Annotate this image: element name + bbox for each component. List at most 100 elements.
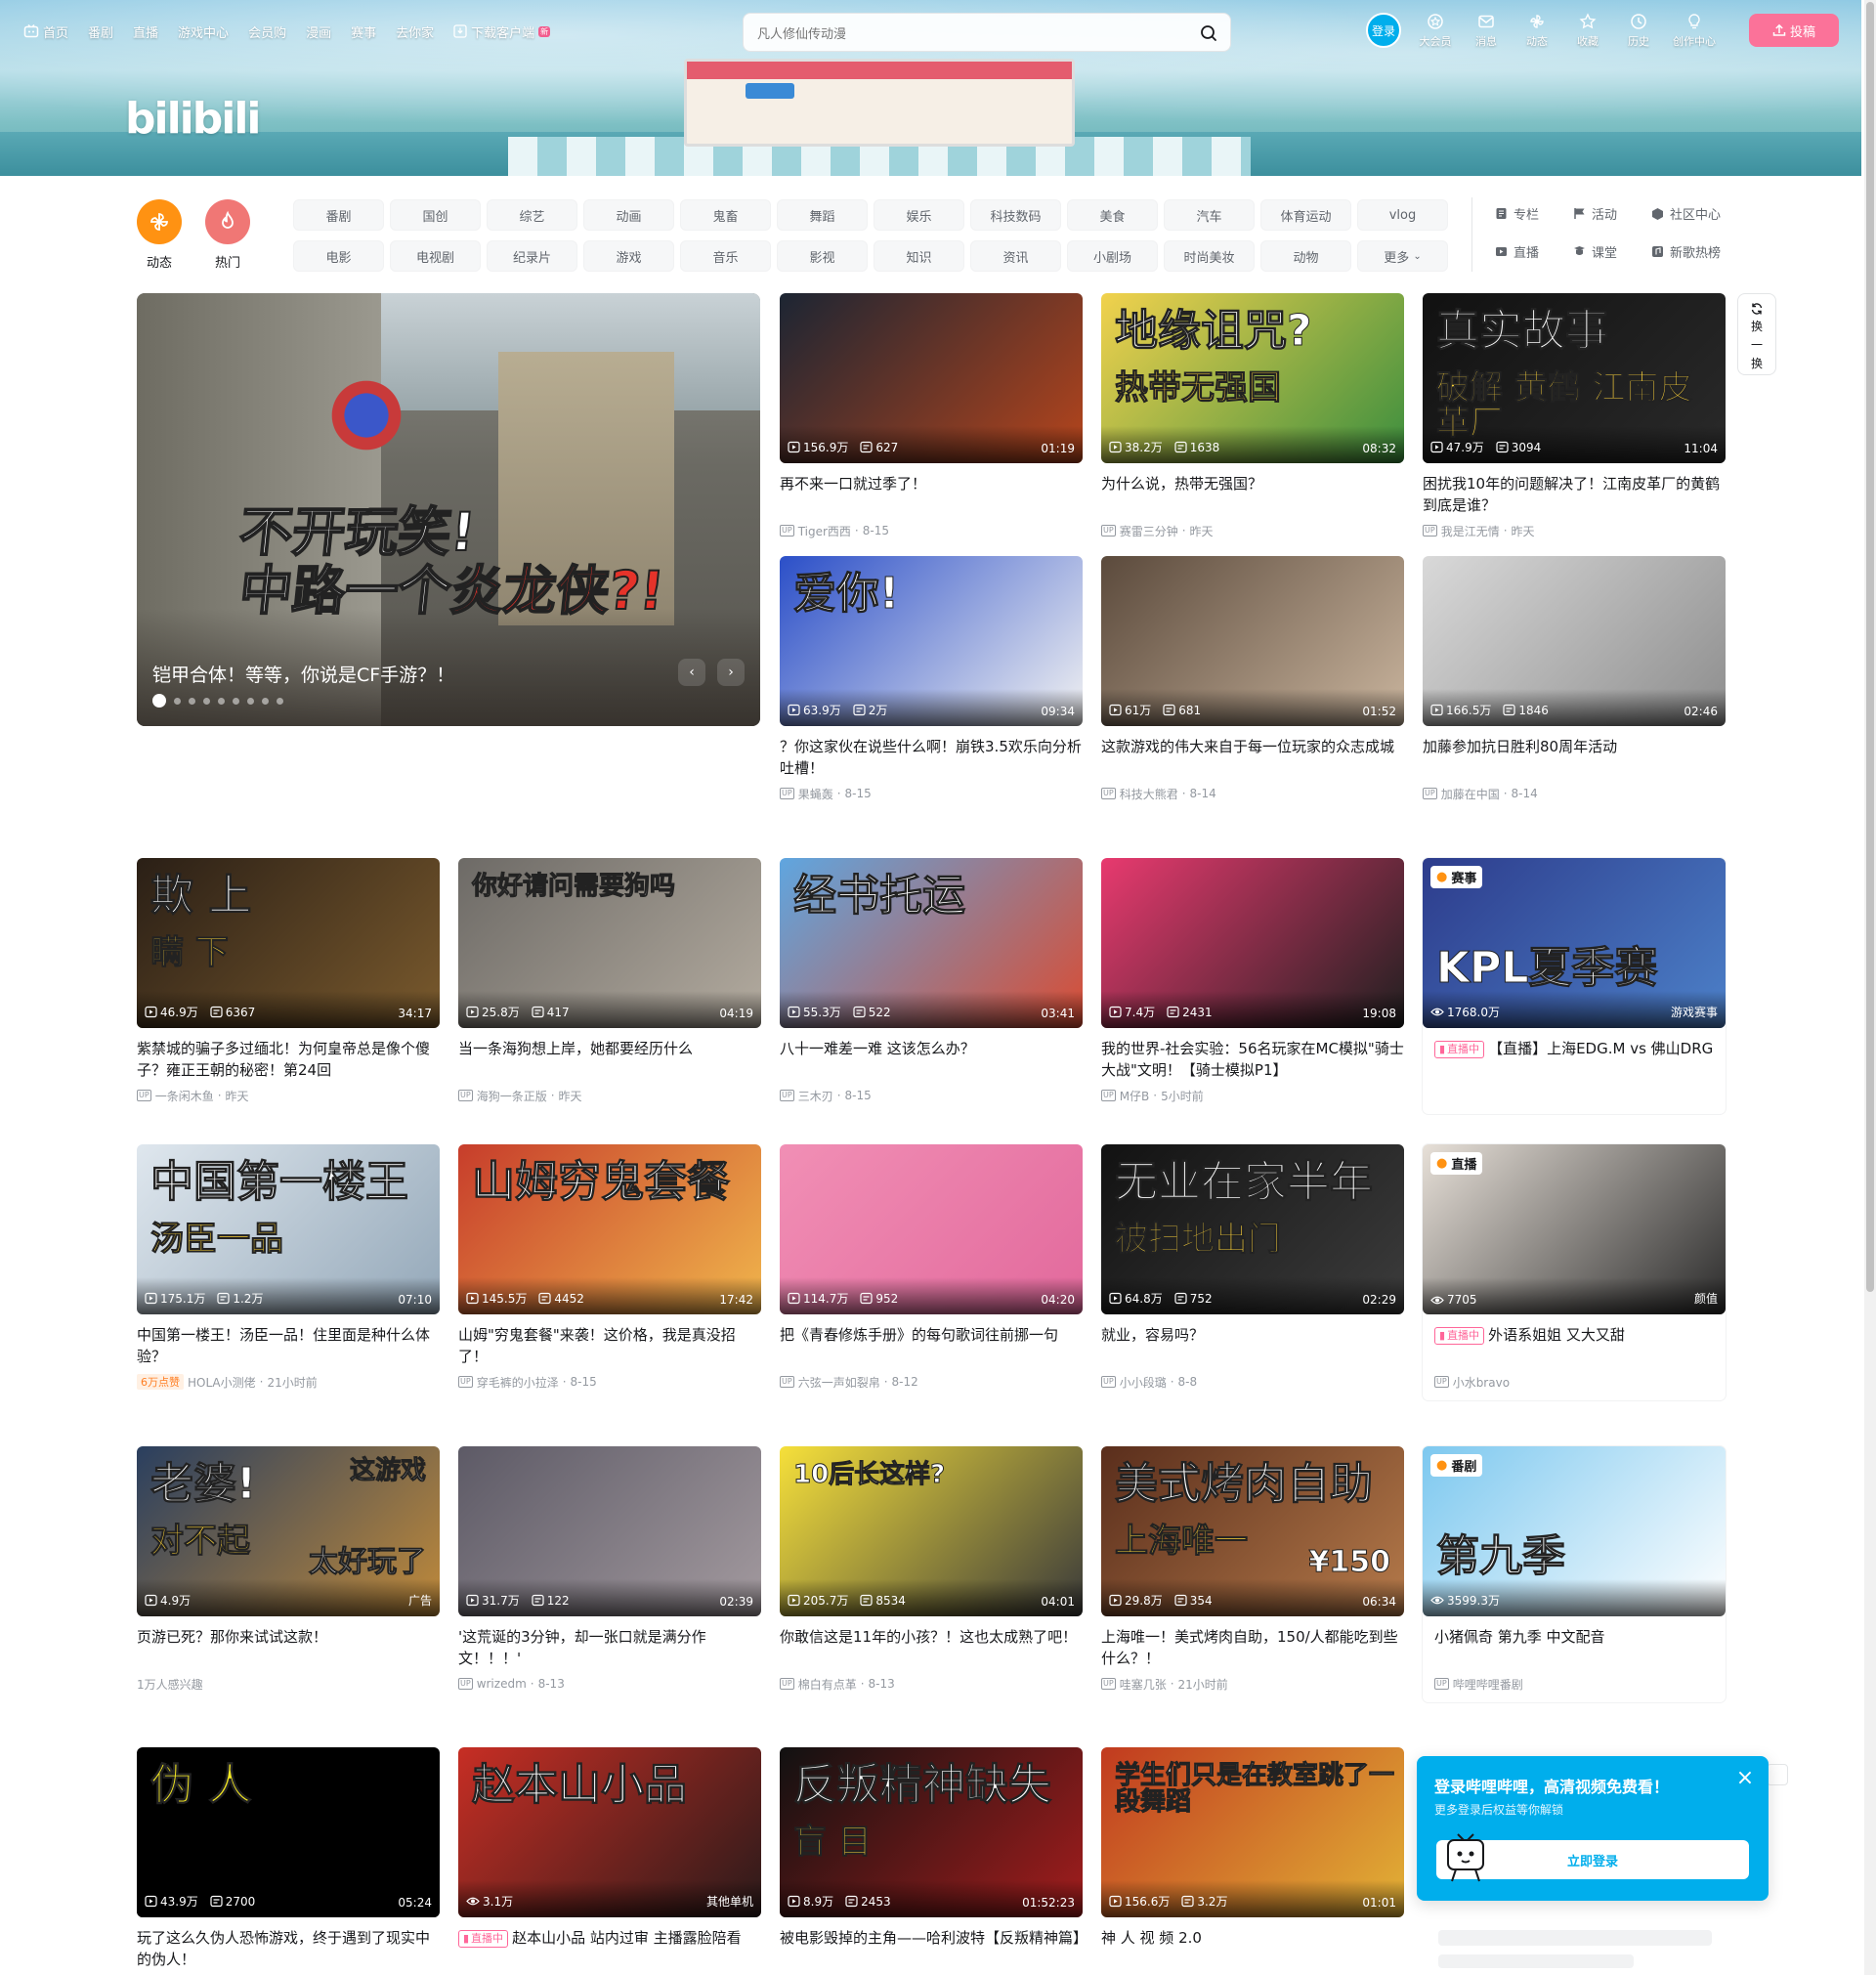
video-thumbnail[interactable]: 166.5万 1846 02:46 <box>1423 556 1726 726</box>
nav-download[interactable]: 下载客户端 新 <box>453 22 551 41</box>
nav-game-center[interactable]: 游戏中心 <box>178 22 229 41</box>
carousel-prev-button[interactable]: ‹ <box>678 659 705 686</box>
author-name[interactable]: 科技大熊君 <box>1120 786 1178 802</box>
author-name[interactable]: 海狗一条正版 <box>477 1088 547 1104</box>
nav-bangumi[interactable]: 番剧 <box>88 22 113 41</box>
close-icon[interactable]: × <box>1735 1768 1755 1789</box>
author-name[interactable]: 小小段璐 <box>1120 1374 1167 1391</box>
channel-23[interactable]: 更多 ⌄ <box>1357 240 1448 272</box>
video-card[interactable]: 第九季 ● 番剧 3599.3万 小猪佩奇 第九季 中文配音 UP 哔哩哔哩番剧 <box>1423 1446 1726 1702</box>
video-card[interactable]: 无业在家半年 被扫地出门 64.8万 752 02:29 就业，容易吗？ UP 小小段… <box>1101 1144 1404 1391</box>
carousel-dot[interactable] <box>247 697 254 705</box>
video-thumbnail[interactable]: 赵本山小品 3.1万 其他单机 <box>458 1747 761 1917</box>
carousel-dot[interactable] <box>203 697 210 705</box>
featured-carousel[interactable]: 不开玩笑! 中路一个炎龙侠?! 铠甲合体！等等，你说是CF手游？！ ‹ › <box>137 293 760 726</box>
link-live[interactable]: 直播 <box>1495 241 1573 261</box>
link-classroom[interactable]: 课堂 <box>1573 241 1651 261</box>
nav-history[interactable]: 历史 <box>1622 12 1655 49</box>
video-title[interactable]: 上海唯一！美式烤肉自助，150/人都能吃到些什么？！ <box>1101 1626 1404 1669</box>
video-card[interactable]: 61万 681 01:52 这款游戏的伟大来自于每一位玩家的众志成城 UP 科技大熊… <box>1101 556 1404 802</box>
video-thumbnail[interactable]: 你好请问需要狗吗 25.8万 417 04:19 <box>458 858 761 1028</box>
link-activity[interactable]: 活动 <box>1573 203 1651 223</box>
video-thumbnail[interactable]: 经书托运 55.3万 522 03:41 <box>780 858 1083 1028</box>
video-thumbnail[interactable]: 反叛精神缺失盲 目 8.9万 2453 01:52:23 <box>780 1747 1083 1917</box>
channel-dynamic[interactable]: 动态 <box>137 199 182 271</box>
author-name[interactable]: 我是江无情 <box>1441 523 1500 539</box>
nav-messages[interactable]: 消息 <box>1470 12 1503 49</box>
video-title[interactable]: ▮ 直播中 外语系姐姐 又大又甜 <box>1423 1324 1726 1367</box>
author-name[interactable]: 哔哩哔哩番剧 <box>1453 1676 1523 1693</box>
nav-manga[interactable]: 漫画 <box>306 22 331 41</box>
video-thumbnail[interactable]: ● 直播 7705 颜值 <box>1423 1144 1726 1314</box>
video-card[interactable]: 美式烤肉自助 上海唯一 ¥150 29.8万 354 06:34 上海唯一！美式烤肉自… <box>1101 1446 1404 1693</box>
video-title[interactable]: '这荒诞的3分钟，却一张口就是满分作文！！！' <box>458 1626 761 1669</box>
author-name[interactable]: 三木刃 <box>798 1088 833 1104</box>
video-thumbnail[interactable]: KPL夏季赛 ● 赛事 1768.0万 游戏赛事 <box>1423 858 1726 1028</box>
channel-15[interactable]: 游戏 <box>583 240 674 272</box>
carousel-dot[interactable] <box>152 694 166 708</box>
nav-visit[interactable]: 去你家 <box>396 22 434 41</box>
video-card[interactable]: 山姆穷鬼套餐 145.5万 4452 17:42 山姆"穷鬼套餐"来袭！这价格，我… <box>458 1144 761 1391</box>
channel-20[interactable]: 小剧场 <box>1067 240 1158 272</box>
nav-live[interactable]: 直播 <box>133 22 158 41</box>
video-card[interactable]: 114.7万 952 04:20 把《青春修炼手册》的每句歌词往前挪一句 UP 六弦… <box>780 1144 1083 1391</box>
video-title[interactable]: 就业，容易吗？ <box>1101 1324 1404 1367</box>
channel-4[interactable]: 鬼畜 <box>680 199 771 231</box>
search-input[interactable] <box>757 21 1168 45</box>
video-card[interactable]: 地缘诅咒? 热带无强国 38.2万 1638 08:32 为什么说，热带无强国？ U… <box>1101 293 1404 539</box>
video-thumbnail[interactable]: 中国第一楼王 汤臣一品 175.1万 1.2万 07:10 <box>137 1144 440 1314</box>
video-title[interactable]: 紫禁城的骗子多过缅北！为何皇帝总是像个傻子？雍正王朝的秘密！第24回 <box>137 1038 440 1081</box>
video-title[interactable]: 页游已死？那你来试试这款！ <box>137 1626 440 1669</box>
video-thumbnail[interactable]: 美式烤肉自助 上海唯一 ¥150 29.8万 354 06:34 <box>1101 1446 1404 1616</box>
carousel-dot[interactable] <box>189 697 195 705</box>
video-card[interactable]: ● 直播 7705 颜值 ▮ 直播中 外语系姐姐 又大又甜 UP 小水bravo <box>1423 1144 1726 1400</box>
video-card[interactable]: 反叛精神缺失盲 目 8.9万 2453 01:52:23 被电影毁掉的主角——哈利… <box>780 1747 1083 1975</box>
video-title[interactable]: 为什么说，热带无强国？ <box>1101 473 1404 516</box>
video-card[interactable]: 经书托运 55.3万 522 03:41 八十一难差一难 这该怎么办？ UP 三木刃… <box>780 858 1083 1104</box>
carousel-next-button[interactable]: › <box>717 659 745 686</box>
author-name[interactable]: M仔B <box>1120 1088 1150 1104</box>
video-card[interactable]: 166.5万 1846 02:46 加藤参加抗日胜利80周年活动 UP 加藤在中国 ·… <box>1423 556 1726 802</box>
channel-10[interactable]: 体育运动 <box>1260 199 1351 231</box>
author-name[interactable]: 哇塞几张 <box>1120 1676 1167 1693</box>
video-card[interactable]: 你好请问需要狗吗 25.8万 417 04:19 当一条海狗想上岸，她都要经历什么… <box>458 858 761 1104</box>
nav-mall[interactable]: 会员购 <box>248 22 286 41</box>
channel-18[interactable]: 知识 <box>874 240 964 272</box>
video-card[interactable]: 真实故事 破解 黄鹤 江南皮革厂 47.9万 3094 11:04 困扰我10年的问… <box>1423 293 1726 539</box>
video-card[interactable]: 欺 上瞒 下 46.9万 6367 34:17 紫禁城的骗子多过缅北！为何皇帝总是… <box>137 858 440 1104</box>
author-name[interactable]: wrizedm <box>477 1677 527 1691</box>
video-title[interactable]: 加藤参加抗日胜利80周年活动 <box>1423 736 1726 779</box>
channel-3[interactable]: 动画 <box>583 199 674 231</box>
link-music-chart[interactable]: 新歌热榜 <box>1651 241 1759 261</box>
carousel-caption[interactable]: 铠甲合体！等等，你说是CF手游？！ <box>152 661 454 687</box>
refresh-button[interactable]: 换 一 换 <box>1737 293 1776 375</box>
link-community[interactable]: 社区中心 <box>1651 203 1759 223</box>
channel-16[interactable]: 音乐 <box>680 240 771 272</box>
channel-0[interactable]: 番剧 <box>293 199 384 231</box>
nav-dynamic[interactable]: 动态 <box>1520 12 1554 49</box>
bilibili-logo[interactable]: bilibili <box>125 94 261 144</box>
channel-21[interactable]: 时尚美妆 <box>1164 240 1255 272</box>
carousel-dot[interactable] <box>174 697 181 705</box>
video-thumbnail[interactable]: 无业在家半年 被扫地出门 64.8万 752 02:29 <box>1101 1144 1404 1314</box>
video-thumbnail[interactable]: 31.7万 122 02:39 <box>458 1446 761 1616</box>
video-thumbnail[interactable]: 真实故事 破解 黄鹤 江南皮革厂 47.9万 3094 11:04 <box>1423 293 1726 463</box>
carousel-dot[interactable] <box>277 697 283 705</box>
video-thumbnail[interactable]: 老婆! 对不起 太好玩了 这游戏 4.9万 广告 <box>137 1446 440 1616</box>
nav-creator-center[interactable]: 创作中心 <box>1673 12 1716 49</box>
author-name[interactable]: HOLA小测佬 <box>188 1374 256 1391</box>
video-card[interactable]: 中国第一楼王 汤臣一品 175.1万 1.2万 07:10 中国第一楼王！汤臣一品！… <box>137 1144 440 1391</box>
video-title[interactable]: 神 人 视 频 2.0 <box>1101 1927 1404 1970</box>
carousel-dot[interactable] <box>233 697 239 705</box>
video-thumbnail[interactable]: 学生们只是在教室跳了一段舞蹈 156.6万 3.2万 01:01 <box>1101 1747 1404 1917</box>
video-thumbnail[interactable]: 山姆穷鬼套餐 145.5万 4452 17:42 <box>458 1144 761 1314</box>
video-title[interactable]: 当一条海狗想上岸，她都要经历什么 <box>458 1038 761 1081</box>
video-title[interactable]: 把《青春修炼手册》的每句歌词往前挪一句 <box>780 1324 1083 1367</box>
author-name[interactable]: 小水bravo <box>1453 1374 1510 1391</box>
floating-helper-button[interactable] <box>1767 1764 1788 1785</box>
video-thumbnail[interactable]: 114.7万 952 04:20 <box>780 1144 1083 1314</box>
author-name[interactable]: Tiger西西 <box>798 523 851 539</box>
video-title[interactable]: 玩了这么久伪人恐怖游戏，终于遇到了现实中的伪人！ <box>137 1927 440 1970</box>
channel-13[interactable]: 电视剧 <box>390 240 481 272</box>
nav-favorites[interactable]: 收藏 <box>1571 12 1604 49</box>
